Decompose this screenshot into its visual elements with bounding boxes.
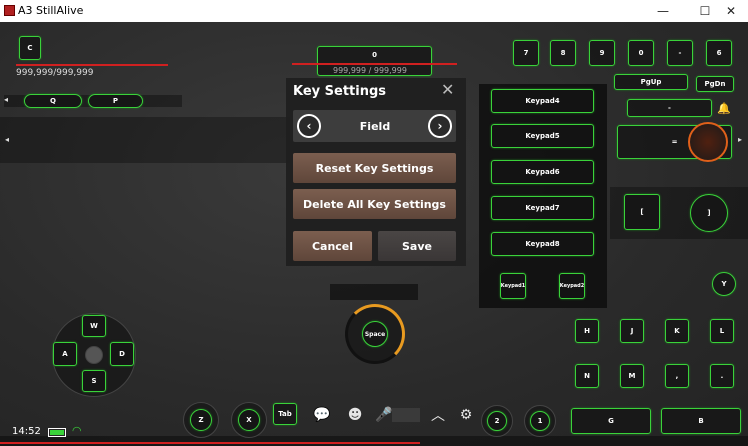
keypad1-key[interactable]: Keypad1 — [500, 273, 526, 299]
mid-key-minus[interactable]: - — [627, 99, 712, 117]
pgdn-key[interactable]: PgDn — [696, 76, 734, 92]
key-z[interactable]: Z — [190, 409, 212, 431]
minimize-button[interactable]: — — [646, 0, 680, 22]
exp-bar — [0, 442, 420, 444]
dpad-left-key[interactable]: A — [53, 342, 77, 366]
keypad5-key[interactable]: Keypad5 — [491, 124, 594, 148]
key-y[interactable]: Y — [712, 272, 736, 296]
boss-emblem-icon — [688, 122, 728, 162]
clock: 14:52 — [12, 426, 41, 437]
emote-icon[interactable]: ☻ — [345, 406, 365, 424]
key-n[interactable]: N — [575, 364, 599, 388]
key-j[interactable]: J — [620, 319, 644, 343]
dpad-right-key[interactable]: D — [110, 342, 134, 366]
cancel-button[interactable]: Cancel — [293, 231, 372, 261]
key-comma[interactable]: , — [665, 364, 689, 388]
right-arrow-icon[interactable]: ▸ — [738, 135, 742, 144]
target-hp-bar — [292, 63, 457, 65]
player-hp-text: 999,999/999,999 — [16, 68, 94, 78]
key-g[interactable]: G — [571, 408, 651, 434]
mode-prev-button[interactable]: ‹ — [297, 114, 321, 138]
dpad-up-key[interactable]: W — [82, 315, 106, 337]
dialog-close-icon[interactable]: ✕ — [441, 80, 454, 99]
bell-icon[interactable]: 🔔 — [716, 100, 732, 116]
keypad7-key[interactable]: Keypad7 — [491, 196, 594, 220]
key-h[interactable]: H — [575, 319, 599, 343]
key-m[interactable]: M — [620, 364, 644, 388]
keypad6-key[interactable]: Keypad6 — [491, 160, 594, 184]
pgup-key[interactable]: PgUp — [614, 74, 688, 90]
space-key[interactable]: Space — [362, 321, 388, 347]
skill-key-7[interactable]: 7 — [513, 40, 539, 66]
key-b[interactable]: B — [661, 408, 741, 434]
close-window-button[interactable]: ✕ — [714, 0, 748, 22]
bracket-right-key[interactable]: ] — [690, 194, 728, 232]
key-tab[interactable]: Tab — [273, 403, 297, 425]
reset-key-settings-button[interactable]: Reset Key Settings — [293, 153, 456, 183]
left-arrow-icon[interactable]: ◂ — [4, 95, 8, 104]
player-key-c[interactable]: C — [19, 36, 41, 60]
left-arrow-icon-2[interactable]: ◂ — [5, 135, 9, 144]
microphone-icon[interactable]: 🎤 — [375, 406, 392, 424]
mode-label: Field — [359, 120, 391, 133]
save-button[interactable]: Save — [378, 231, 456, 261]
game-view: C 999,999/999,999 ◂ Q P ◂ 0 999,999 / 99… — [0, 22, 748, 446]
skill-key-minus[interactable]: - — [667, 40, 693, 66]
battery-icon — [48, 428, 66, 437]
chevron-up-icon[interactable]: ︿ — [428, 406, 448, 424]
keypad4-key[interactable]: Keypad4 — [491, 89, 594, 113]
window-titlebar: A3 StillAlive — ☐ ✕ — [0, 0, 748, 22]
wifi-icon: ◠ — [72, 424, 82, 437]
bracket-left-key[interactable]: [ — [624, 194, 660, 230]
skill-key-0[interactable]: 0 — [628, 40, 654, 66]
player-hp-bar — [16, 64, 168, 66]
key-x[interactable]: X — [238, 409, 260, 431]
app-icon — [4, 5, 15, 16]
key-2[interactable]: 2 — [487, 411, 507, 431]
target-hp-text: 999,999 / 999,999 — [333, 66, 407, 75]
mode-next-button[interactable]: › — [428, 114, 452, 138]
skill-key-9[interactable]: 9 — [589, 40, 615, 66]
dpad-down-key[interactable]: S — [82, 370, 106, 392]
dpad-center[interactable] — [85, 346, 103, 364]
dialog-title: Key Settings — [293, 84, 387, 99]
bottom-bar — [0, 436, 748, 446]
key-k[interactable]: K — [665, 319, 689, 343]
key-l[interactable]: L — [710, 319, 734, 343]
chat-icon[interactable]: 💬 — [312, 406, 332, 424]
gear-icon[interactable]: ⚙ — [456, 406, 476, 424]
buff-key-q[interactable]: Q — [24, 94, 82, 108]
window-title: A3 StillAlive — [18, 4, 84, 17]
skill-key-6[interactable]: 6 — [706, 40, 732, 66]
buff-key-p[interactable]: P — [88, 94, 143, 108]
keypad2-key[interactable]: Keypad2 — [559, 273, 585, 299]
keypad8-key[interactable]: Keypad8 — [491, 232, 594, 256]
mic-level — [392, 408, 420, 422]
key-period[interactable]: . — [710, 364, 734, 388]
key-1[interactable]: 1 — [530, 411, 550, 431]
skill-key-8[interactable]: 8 — [550, 40, 576, 66]
cast-bar — [330, 284, 418, 300]
left-panel-bg — [0, 117, 290, 163]
delete-all-key-settings-button[interactable]: Delete All Key Settings — [293, 189, 456, 219]
